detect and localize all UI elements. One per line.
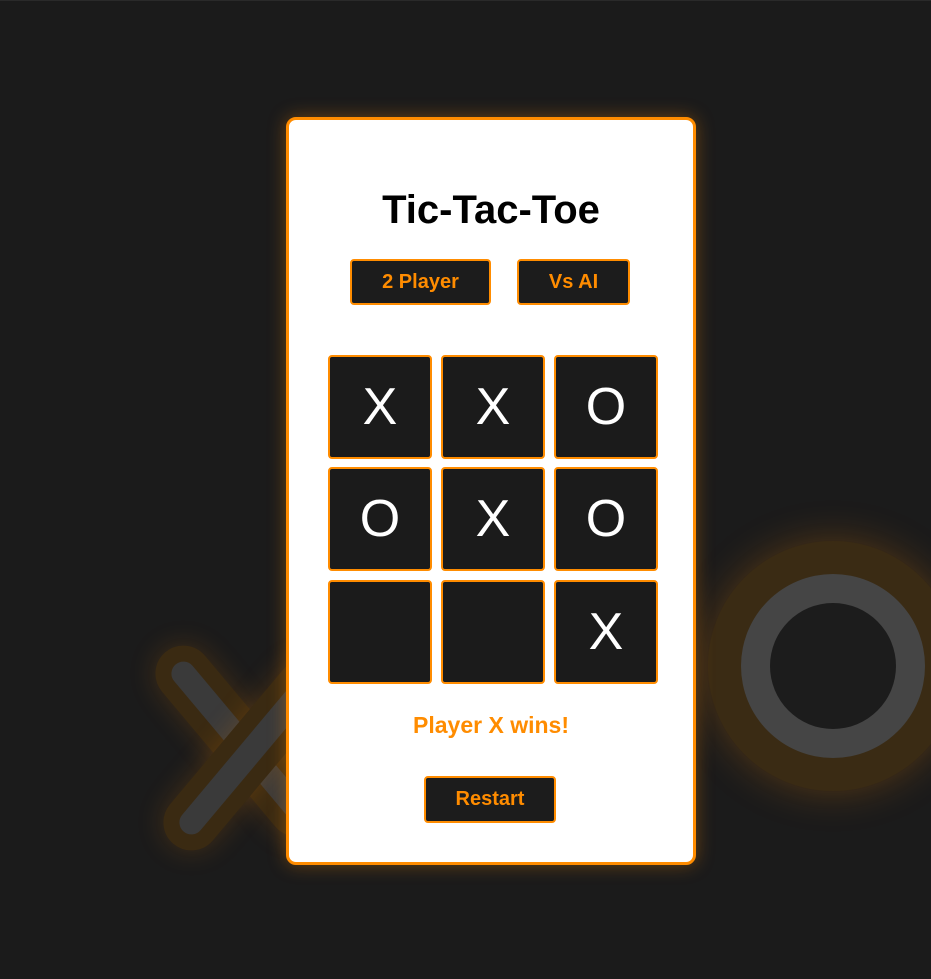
game-board: X X O O X O X: [328, 355, 658, 685]
background-o-icon: [708, 541, 931, 791]
board-cell-2[interactable]: X: [441, 355, 545, 459]
board-cell-5[interactable]: X: [441, 467, 545, 571]
game-status: Player X wins!: [413, 712, 569, 738]
game-title: Tic-Tac-Toe: [382, 188, 600, 232]
two-player-button[interactable]: 2 Player: [350, 259, 491, 305]
board-cell-8[interactable]: [441, 580, 545, 684]
board-cell-4[interactable]: O: [328, 467, 432, 571]
board-cell-7[interactable]: [328, 580, 432, 684]
game-card: Tic-Tac-Toe 2 Player Vs AI X X O O X O X…: [286, 117, 696, 865]
board-cell-1[interactable]: X: [328, 355, 432, 459]
board-cell-6[interactable]: O: [554, 467, 658, 571]
board-cell-3[interactable]: O: [554, 355, 658, 459]
vs-ai-button[interactable]: Vs AI: [517, 259, 630, 305]
restart-button[interactable]: Restart: [424, 776, 556, 823]
board-cell-9[interactable]: X: [554, 580, 658, 684]
